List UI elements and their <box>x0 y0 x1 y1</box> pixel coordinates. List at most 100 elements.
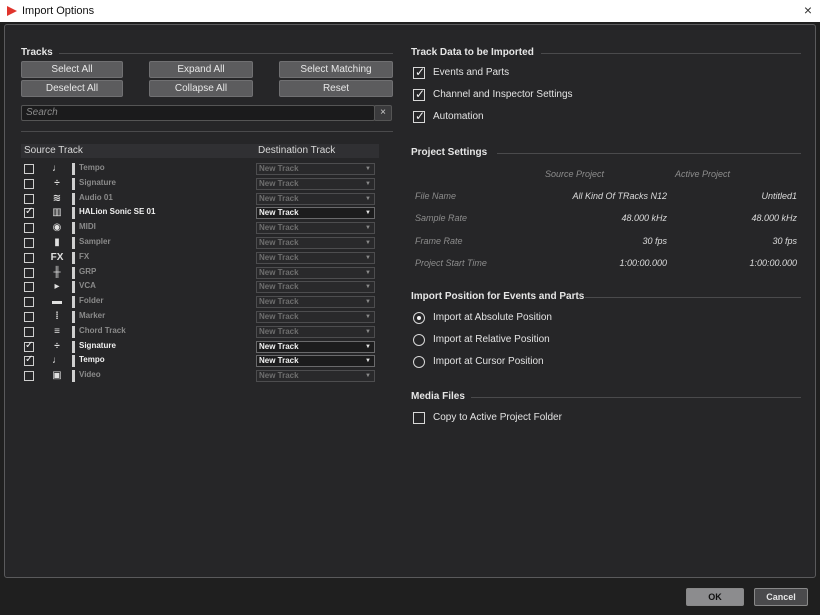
track-checkbox[interactable] <box>24 340 34 352</box>
track-row[interactable]: ≋ Audio 01 New Track ▼ <box>21 192 381 206</box>
track-data-section-title: Track Data to be Imported <box>411 47 534 58</box>
destination-track-select[interactable]: New Track ▼ <box>256 266 375 279</box>
search-input[interactable]: Search <box>21 105 375 121</box>
track-row[interactable]: ▸ VCA New Track ▼ <box>21 280 381 294</box>
destination-track-value: New Track <box>259 326 299 336</box>
destination-track-select[interactable]: New Track ▼ <box>256 325 375 338</box>
track-color-bar <box>72 192 75 205</box>
track-type-icon: ÷ <box>54 340 60 352</box>
track-row[interactable]: ≡ Chord Track New Track ▼ <box>21 325 381 339</box>
search-clear-icon[interactable]: × <box>374 105 392 121</box>
track-row[interactable]: ◉ MIDI New Track ▼ <box>21 221 381 235</box>
option-checkbox[interactable] <box>413 65 425 79</box>
source-project-value: 48.000 kHz <box>621 213 667 224</box>
track-row[interactable]: ▣ Video New Track ▼ <box>21 369 381 383</box>
destination-track-value: New Track <box>259 356 299 366</box>
destination-track-value: New Track <box>259 208 299 218</box>
destination-track-select[interactable]: New Track ▼ <box>256 355 375 368</box>
track-checkbox[interactable] <box>24 267 34 278</box>
project-settings-section-title: Project Settings <box>411 147 488 158</box>
track-row[interactable]: ÷ Signature New Track ▼ <box>21 177 381 191</box>
track-color-bar <box>72 207 75 220</box>
track-row[interactable]: ♩ Tempo New Track ▼ <box>21 354 381 368</box>
reset-button[interactable]: Reset <box>279 80 393 97</box>
deselect-all-button[interactable]: Deselect All <box>21 80 123 97</box>
track-color-bar <box>72 325 75 338</box>
destination-track-select[interactable]: New Track ▼ <box>256 177 375 190</box>
track-checkbox[interactable] <box>24 178 34 189</box>
track-checkbox[interactable] <box>24 223 34 234</box>
destination-track-select[interactable]: New Track ▼ <box>256 340 375 353</box>
option-checkbox[interactable] <box>413 109 425 123</box>
track-type-icon: ÷ <box>54 177 60 189</box>
track-checkbox[interactable] <box>24 164 34 174</box>
track-name: Tempo <box>79 355 105 365</box>
collapse-all-button[interactable]: Collapse All <box>149 80 253 97</box>
import-position-radio[interactable] <box>413 334 425 346</box>
dropdown-arrow-icon: ▼ <box>365 358 371 365</box>
track-type-icon: ♩ <box>52 355 62 367</box>
track-color-bar <box>72 266 75 279</box>
project-setting-label: Project Start Time <box>415 257 487 268</box>
track-checkbox[interactable] <box>24 297 34 308</box>
track-checkbox[interactable] <box>24 312 34 322</box>
track-name: Sampler <box>79 237 111 246</box>
import-position-radio[interactable] <box>413 356 425 368</box>
track-checkbox[interactable] <box>24 206 34 219</box>
track-checkbox[interactable] <box>24 354 34 367</box>
expand-all-button[interactable]: Expand All <box>149 61 253 78</box>
destination-track-select[interactable]: New Track ▼ <box>256 237 375 249</box>
destination-track-select[interactable]: New Track ▼ <box>256 192 375 205</box>
track-color-bar <box>72 340 75 353</box>
track-color-bar <box>72 177 75 190</box>
destination-track-select[interactable]: New Track ▼ <box>256 163 375 175</box>
dropdown-arrow-icon: ▼ <box>365 373 371 380</box>
select-matching-button[interactable]: Select Matching <box>279 61 393 78</box>
select-all-button[interactable]: Select All <box>21 61 123 78</box>
dropdown-arrow-icon: ▼ <box>365 284 371 291</box>
ok-button[interactable]: OK <box>686 588 744 606</box>
destination-track-select[interactable]: New Track ▼ <box>256 222 375 235</box>
track-type-icon: ▬ <box>52 296 62 308</box>
destination-track-value: New Track <box>259 267 299 277</box>
track-checkbox[interactable] <box>24 193 34 204</box>
dropdown-arrow-icon: ▼ <box>365 328 371 335</box>
destination-track-select[interactable]: New Track ▼ <box>256 281 375 294</box>
project-setting-label: Frame Rate <box>415 235 463 246</box>
track-checkbox[interactable] <box>24 282 34 293</box>
track-checkbox[interactable] <box>24 326 34 337</box>
cancel-button[interactable]: Cancel <box>754 588 808 606</box>
active-project-value: 1:00:00.000 <box>749 257 797 268</box>
media-files-section-title: Media Files <box>411 391 465 402</box>
track-name: Audio 01 <box>79 192 113 202</box>
track-row[interactable]: ▮ Sampler New Track ▼ <box>21 236 381 250</box>
track-row[interactable]: FX FX New Track ▼ <box>21 251 381 265</box>
destination-track-column-header: Destination Track <box>258 145 336 156</box>
track-row[interactable]: ▥ HALion Sonic SE 01 New Track ▼ <box>21 206 381 220</box>
import-position-radio[interactable] <box>413 312 425 324</box>
destination-track-value: New Track <box>259 312 299 321</box>
track-row[interactable]: ÷ Signature New Track ▼ <box>21 340 381 354</box>
close-icon[interactable]: × <box>804 2 812 18</box>
track-checkbox[interactable] <box>24 238 34 248</box>
destination-track-select[interactable]: New Track ▼ <box>256 207 375 220</box>
destination-track-select[interactable]: New Track ▼ <box>256 296 375 309</box>
source-project-value: 1:00:00.000 <box>619 257 667 268</box>
option-checkbox[interactable] <box>413 87 425 101</box>
destination-track-select[interactable]: New Track ▼ <box>256 311 375 323</box>
option-label: Automation <box>433 111 484 122</box>
track-row[interactable]: ▬ Folder New Track ▼ <box>21 295 381 309</box>
track-row[interactable]: ╫ GRP New Track ▼ <box>21 266 381 280</box>
destination-track-value: New Track <box>259 297 299 307</box>
copy-to-active-project-folder-label: Copy to Active Project Folder <box>433 412 562 423</box>
import-position-label: Import at Relative Position <box>433 334 550 345</box>
track-name: HALion Sonic SE 01 <box>79 207 156 217</box>
track-row[interactable]: ♩ Tempo New Track ▼ <box>21 162 381 176</box>
project-setting-label: Sample Rate <box>415 213 468 224</box>
track-checkbox[interactable] <box>24 371 34 382</box>
copy-checkbox-box[interactable] <box>413 412 425 424</box>
track-row[interactable]: ⁞ Marker New Track ▼ <box>21 310 381 324</box>
destination-track-select[interactable]: New Track ▼ <box>256 370 375 383</box>
track-checkbox[interactable] <box>24 252 34 263</box>
destination-track-select[interactable]: New Track ▼ <box>256 251 375 264</box>
